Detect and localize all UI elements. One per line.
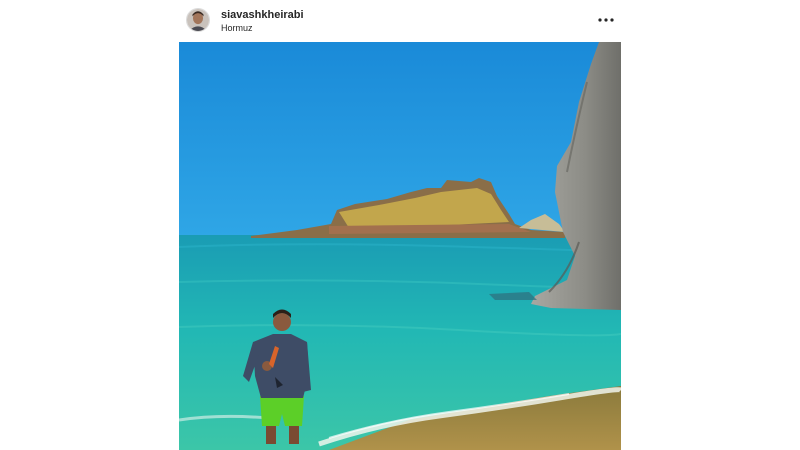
avatar[interactable]: [186, 8, 210, 32]
instagram-post: siavashkheirabi Hormuz: [179, 0, 621, 450]
location-link[interactable]: Hormuz: [221, 23, 253, 33]
beach-photo: [179, 42, 621, 450]
avatar-image: [187, 9, 209, 31]
post-photo[interactable]: [179, 42, 621, 450]
more-options-button[interactable]: [597, 12, 615, 28]
more-options-icon: [598, 18, 614, 22]
post-header: siavashkheirabi Hormuz: [179, 0, 621, 42]
username-link[interactable]: siavashkheirabi: [221, 9, 304, 21]
